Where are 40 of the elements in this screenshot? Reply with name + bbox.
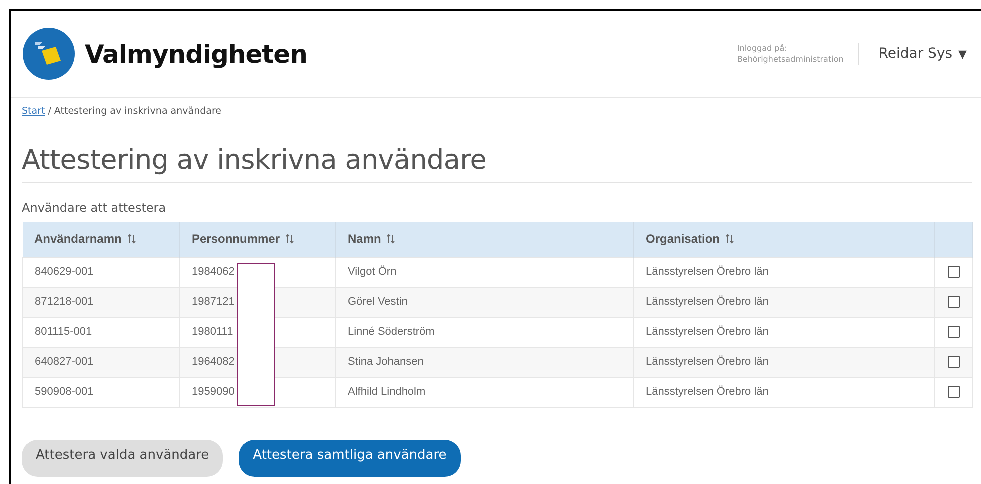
login-system: Behörighetsadministration — [737, 54, 844, 65]
table-cell: Länsstyrelsen Örebro län — [634, 377, 934, 407]
page-title: Attestering av inskrivna användare — [22, 145, 972, 183]
row-checkbox[interactable] — [948, 296, 960, 308]
breadcrumb-current: Attestering av inskrivna användare — [54, 106, 222, 117]
breadcrumb-separator: / — [48, 106, 52, 117]
sort-icon — [387, 234, 396, 244]
table-cell: Länsstyrelsen Örebro län — [634, 257, 934, 287]
table-cell: Vilgot Örn — [336, 257, 634, 287]
table-caption: Användare att attestera — [22, 201, 168, 215]
column-header[interactable]: Namn — [336, 222, 634, 257]
user-menu[interactable]: Reidar Sys ▼ — [858, 46, 967, 62]
table-cell: 840629-001 — [22, 257, 180, 287]
column-header[interactable]: Organisation — [634, 222, 934, 257]
table-cell: 640827-001 — [22, 347, 180, 377]
table-cell: Länsstyrelsen Örebro län — [634, 347, 934, 377]
table-cell: Linné Söderström — [336, 317, 634, 347]
sort-icon — [286, 234, 294, 244]
table-cell: Stina Johansen — [336, 347, 634, 377]
approve-all-button[interactable]: Attestera samtliga användare — [239, 440, 461, 476]
table-cell: Länsstyrelsen Örebro län — [634, 287, 934, 317]
row-checkbox[interactable] — [948, 386, 960, 398]
table-cell: 801115-001 — [22, 317, 180, 347]
row-checkbox[interactable] — [948, 326, 960, 338]
login-label: Inloggad på: — [737, 43, 788, 54]
table-cell: 871218-001 — [22, 287, 180, 317]
logo-text: Valmyndigheten — [85, 40, 308, 68]
table-cell: 590908-001 — [22, 377, 180, 407]
table-cell: Alfhild Lindholm — [336, 377, 634, 407]
approve-selected-button[interactable]: Attestera valda användare — [22, 440, 224, 476]
row-checkbox[interactable] — [948, 266, 960, 278]
table-cell: Görel Vestin — [336, 287, 634, 317]
sort-icon — [128, 234, 136, 244]
row-checkbox[interactable] — [948, 356, 960, 368]
logo-icon — [23, 28, 75, 80]
column-header[interactable]: Personnummer — [180, 222, 336, 257]
breadcrumb-link[interactable]: Start — [22, 106, 46, 117]
sort-icon — [726, 234, 734, 244]
column-header[interactable]: Användarnamn — [22, 222, 180, 257]
table-cell: Länsstyrelsen Örebro län — [634, 317, 934, 347]
